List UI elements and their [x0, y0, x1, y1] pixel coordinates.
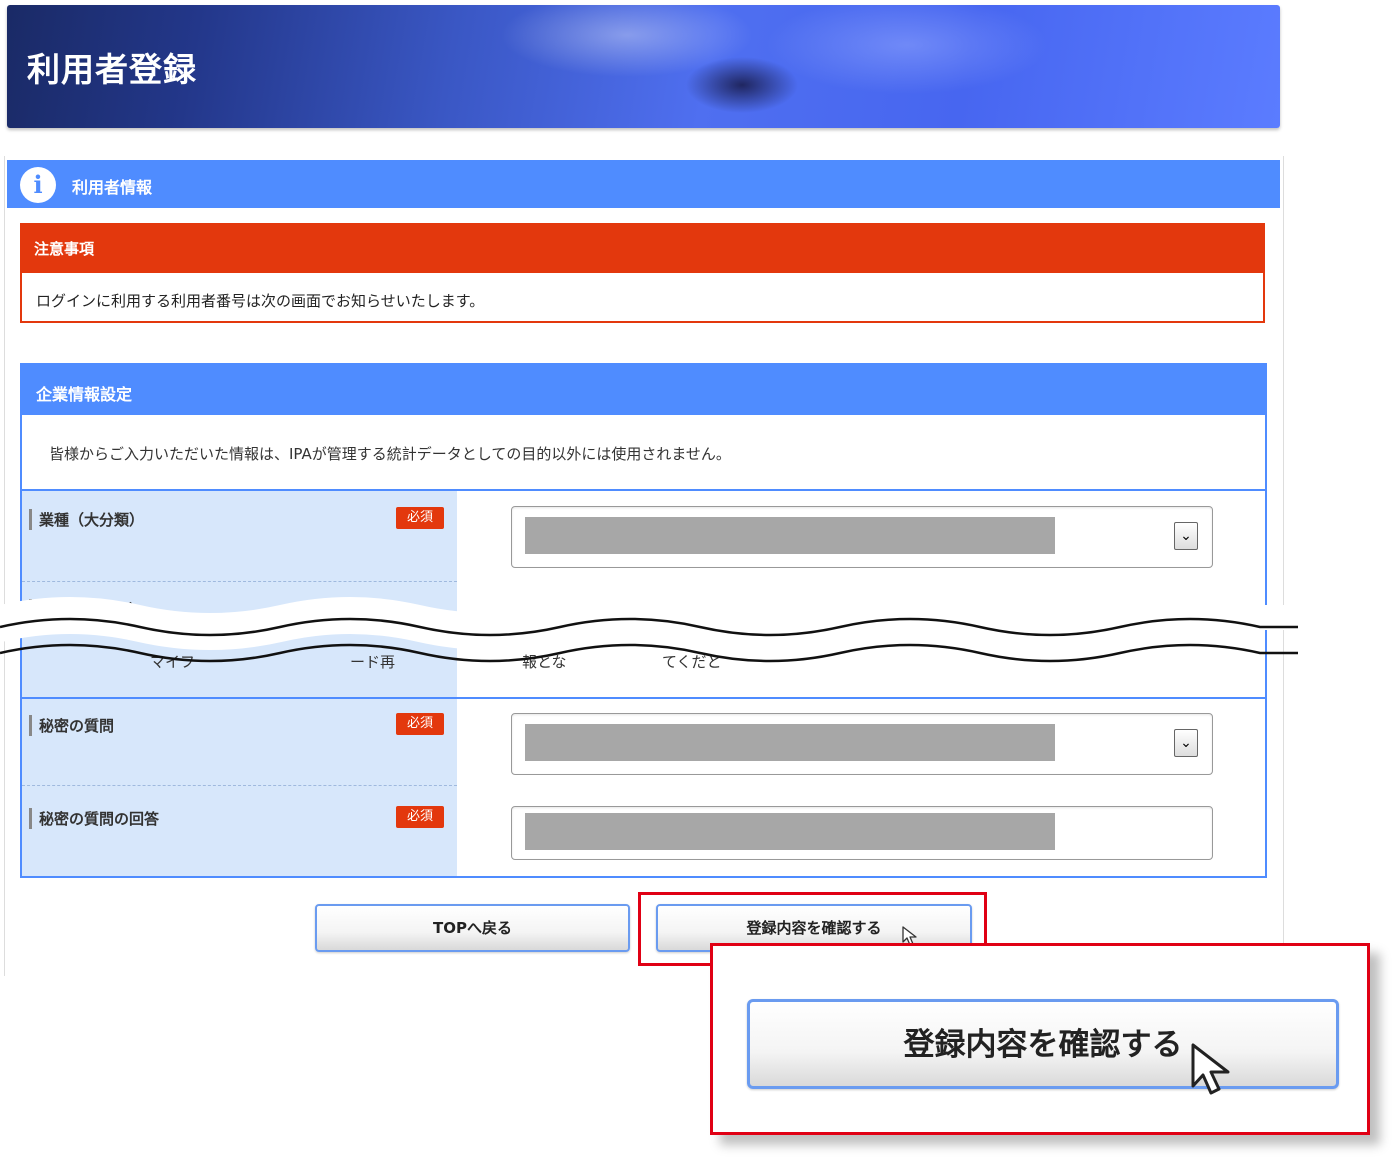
notice-text: ログインに利用する利用者番号は次の画面でお知らせいたします。 [36, 292, 485, 310]
row-divider [22, 785, 457, 786]
notice-header: 注意事項 [22, 225, 1263, 273]
field-label-industry-major: 業種（大分類） [29, 509, 144, 530]
page-title: 利用者登録 [27, 50, 197, 89]
required-badge: 必須 [396, 806, 444, 828]
industry-major-select[interactable]: ⌄ [511, 506, 1213, 568]
masked-value [525, 517, 1055, 554]
required-badge: 必須 [396, 713, 444, 735]
notice-box: 注意事項 ログインに利用する利用者番号は次の画面でお知らせいたします。 [20, 223, 1265, 323]
back-to-top-button[interactable]: TOPへ戻る [315, 904, 630, 952]
panel-header [7, 160, 1280, 208]
secret-answer-input[interactable] [511, 806, 1213, 860]
panel-title: 利用者情報 [72, 178, 153, 197]
masked-value [525, 813, 1055, 850]
section-description: 皆様からご入力いただいた情報は、IPAが管理する統計データとしての目的以外には使… [49, 445, 731, 463]
zoom-callout: 登録内容を確認する [710, 943, 1370, 1135]
notice-title: 注意事項 [34, 240, 95, 258]
section-header: 企業情報設定 [22, 365, 1265, 415]
field-label-secret-question: 秘密の質問 [29, 715, 114, 736]
info-icon: i [20, 167, 56, 203]
section-title: 企業情報設定 [36, 385, 133, 404]
arrow-cursor-icon [1191, 1043, 1230, 1095]
secret-question-select[interactable]: ⌄ [511, 713, 1213, 775]
confirm-registration-button-zoomed[interactable]: 登録内容を確認する [747, 999, 1339, 1089]
wave-cut-divider [0, 597, 1298, 663]
row-divider [22, 581, 457, 582]
field-label-secret-answer: 秘密の質問の回答 [29, 808, 159, 829]
required-badge: 必須 [396, 507, 444, 529]
masked-value [525, 724, 1055, 761]
chevron-down-icon[interactable]: ⌄ [1174, 729, 1198, 757]
chevron-down-icon[interactable]: ⌄ [1174, 522, 1198, 550]
page-banner: 利用者登録 [7, 5, 1280, 128]
